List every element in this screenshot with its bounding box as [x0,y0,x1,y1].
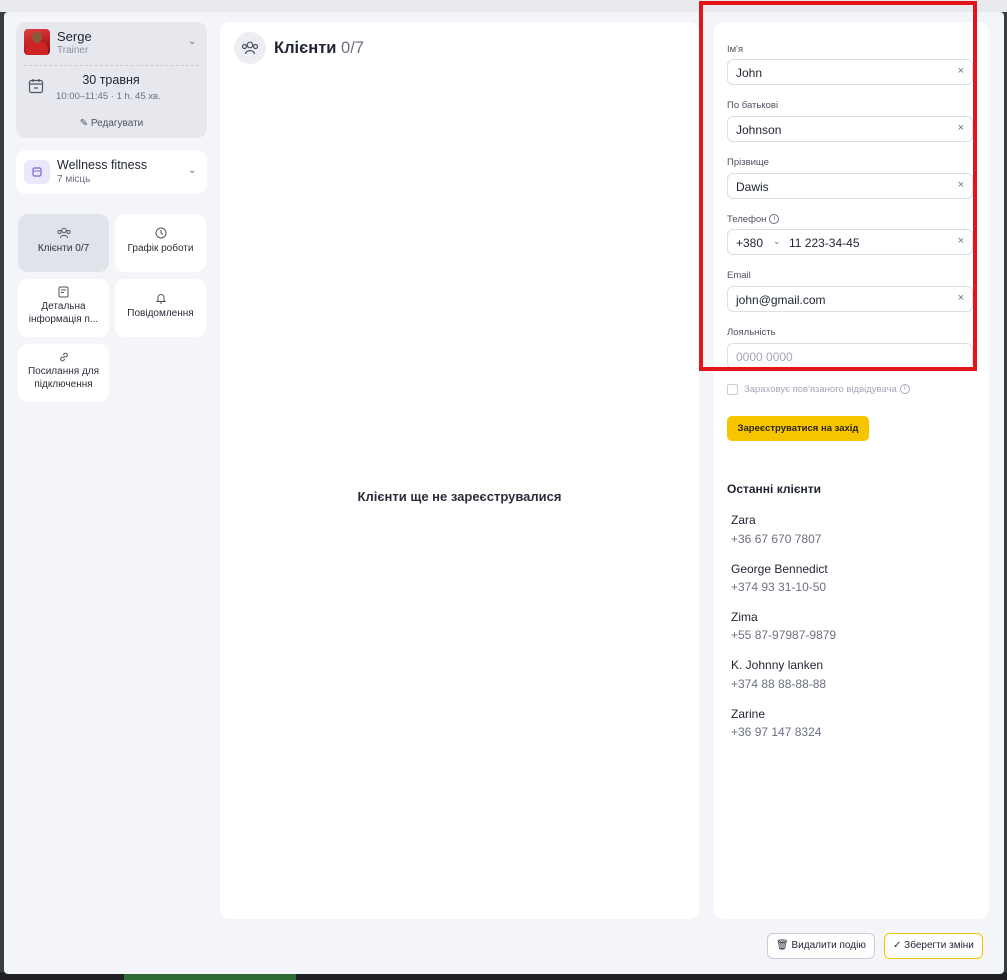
trash-icon: 🗑 [776,940,789,951]
tab-schedule-label: Графік роботи [127,243,194,254]
trainer-role: Trainer [57,45,89,56]
clear-icon[interactable]: × [958,235,964,247]
recent-client-phone: +374 88 88-88-88 [731,677,827,691]
tab-clients[interactable]: Клієнти 0/7 [18,214,109,272]
phone-label: Телефон i [727,214,780,225]
save-changes-label: Зберегти зміни [904,940,974,951]
middle-name-field[interactable]: Johnson × [727,116,973,142]
chevron-down-icon[interactable]: ⌄ [188,165,196,176]
tab-links[interactable]: Посилання для підключення [18,344,109,402]
info-icon[interactable]: i [769,214,780,225]
pencil-icon: ✎ [79,118,89,129]
note-edit-icon [58,286,68,298]
client-form-panel: Ім'я John × По батькові Johnson × Прізви… [714,22,989,919]
users-icon [56,227,71,239]
phone-value: 11 223-34-45 [789,236,860,250]
avatar [24,29,50,55]
clients-title: Клієнти [274,39,337,57]
event-time: 10:00–11:45 · 1 h. 45 хв. [56,91,161,102]
clients-panel: Клієнти 0/7 Клієнти ще не зареєструвалис… [220,22,699,919]
linked-visitor-checkbox[interactable] [727,384,738,395]
recent-client-name[interactable]: George Bennedict [731,562,828,576]
clear-icon[interactable]: × [958,179,964,191]
first-name-field[interactable]: John × [727,59,973,85]
event-date: 30 травня [82,73,140,87]
first-name-value: John [736,66,763,80]
bell-icon [155,294,166,304]
edit-label: Редагувати [90,118,144,129]
tab-clients-label: Клієнти 0/7 [37,243,90,254]
phone-country-code[interactable]: +380 [736,236,763,250]
recent-client-phone: +36 97 147 8324 [731,725,822,739]
users-icon [234,32,266,64]
recent-client-name[interactable]: Zima [731,610,758,624]
recent-clients-title: Останні клієнти [727,482,821,496]
edit-button[interactable]: ✎ Редагувати [16,118,207,129]
linked-visitor-text: Зараховує пов'язаного відвідувача [744,384,897,395]
tab-schedule[interactable]: Графік роботи [115,214,206,272]
loyalty-label: Лояльність [727,327,776,338]
clear-icon[interactable]: × [958,122,964,134]
last-name-label: Прізвище [727,157,769,168]
email-label: Email [727,270,751,281]
tab-notifications[interactable]: Повідомлення [115,279,206,337]
recent-client-name[interactable]: Zarine [731,707,765,721]
middle-name-label: По батькові [727,100,779,111]
loyalty-field[interactable]: 0000 0000 [727,343,973,369]
room-icon [24,160,50,184]
chevron-down-icon[interactable]: ⌄ [773,236,781,247]
tab-links-label: Посилання для підключення [27,366,100,390]
trainer-name: Serge [57,29,92,44]
empty-state-text: Клієнти ще не зареєструвалися [357,489,562,504]
loyalty-placeholder: 0000 0000 [736,350,793,364]
room-capacity: 7 місць [57,174,91,185]
last-name-field[interactable]: Dawis × [727,173,973,199]
last-name-value: Dawis [736,180,769,194]
backdrop-top-strip [0,0,1007,12]
linked-visitor-label: Зараховує пов'язаного відвідувача i [744,384,910,395]
phone-label-text: Телефон [727,214,767,225]
phone-field[interactable]: +380 ⌄ 11 223-34-45 × [727,229,973,255]
clear-icon[interactable]: × [958,65,964,77]
recent-client-phone: +55 87-97987-9879 [731,628,837,642]
save-changes-button[interactable]: ✓ Зберегти зміни [884,933,983,959]
clear-icon[interactable]: × [958,292,964,304]
recent-client-name[interactable]: K. Johnny lanken [731,658,823,672]
email-field[interactable]: john@gmail.com × [727,286,973,312]
email-value: john@gmail.com [736,293,826,307]
middle-name-value: Johnson [736,123,782,137]
recent-client-phone: +36 67 670 7807 [731,532,822,546]
calendar-icon [28,79,44,94]
first-name-label: Ім'я [727,44,744,55]
page-title: Клієнти 0/7 [274,39,364,58]
delete-event-button[interactable]: 🗑 Видалити подію [767,933,875,959]
clock-icon [155,227,166,239]
trainer-card[interactable]: Serge Trainer ⌄ 30 травня 10:00–11:45 · … [16,22,207,138]
room-name: Wellness fitness [57,158,148,172]
recent-client-phone: +374 93 31-10-50 [731,580,827,594]
tab-details[interactable]: Детальна інформація п... [18,279,109,337]
check-icon: ✓ [893,940,902,951]
link-icon [59,352,68,362]
clients-count: 0/7 [341,39,364,57]
backdrop-green-bar [124,973,296,980]
event-modal: Serge Trainer ⌄ 30 травня 10:00–11:45 · … [4,12,1004,974]
divider [24,65,199,66]
tab-details-label: Детальна інформація п... [28,301,99,325]
register-button[interactable]: Зареєструватися на захід [727,416,869,441]
room-card[interactable]: Wellness fitness 7 місць ⌄ [16,150,207,194]
delete-event-label: Видалити подію [791,940,866,951]
tab-notifications-label: Повідомлення [127,308,194,319]
recent-client-name[interactable]: Zara [731,513,756,527]
info-icon[interactable]: i [899,384,910,395]
chevron-down-icon[interactable]: ⌄ [188,36,196,47]
